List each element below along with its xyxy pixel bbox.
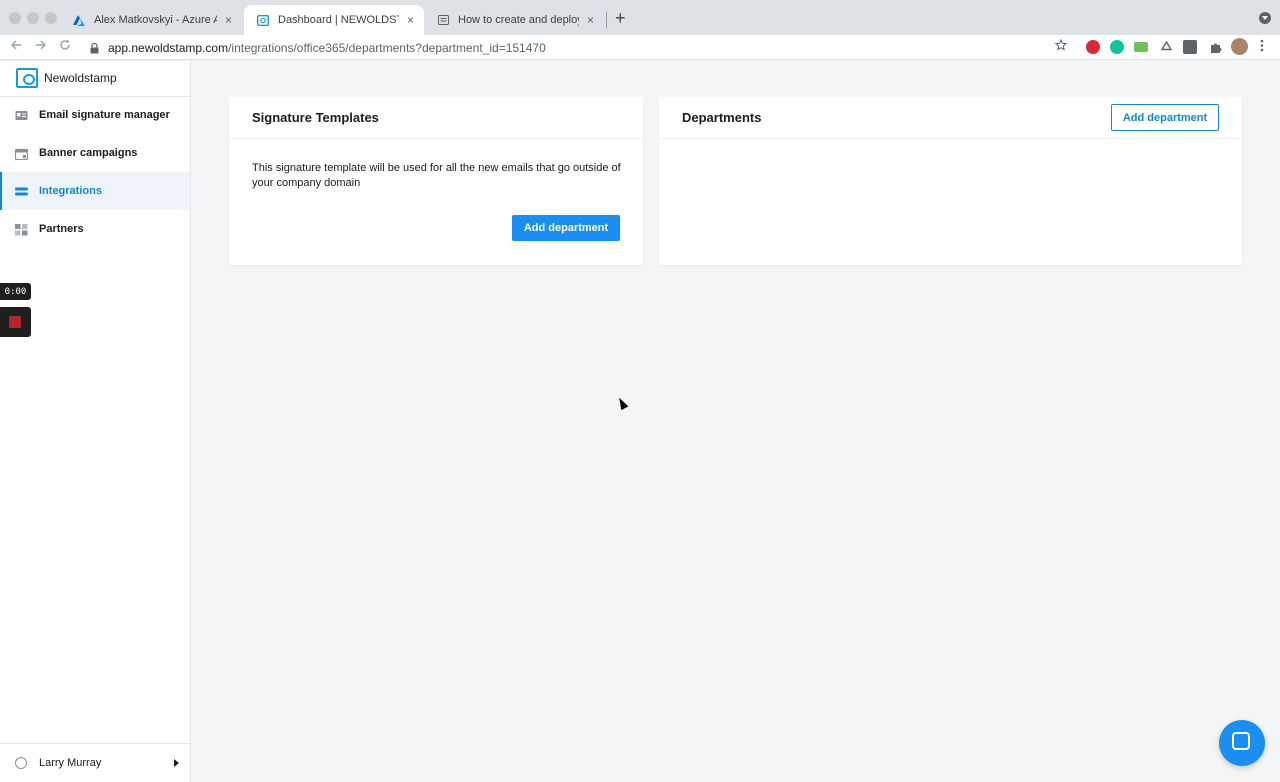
card-title: Signature Templates — [229, 97, 643, 139]
reload-icon[interactable] — [59, 38, 71, 54]
signature-templates-card: Signature Templates This signature templ… — [229, 97, 643, 265]
url-host: app.newoldstamp.com — [108, 40, 229, 55]
back-arrow-icon[interactable] — [10, 38, 22, 54]
window-close-dot[interactable] — [9, 12, 21, 24]
mouse-cursor-icon — [615, 395, 629, 411]
browser-tab-howto[interactable]: How to create and deploy a company signa… — [424, 5, 604, 35]
card-description: This signature template will be used for… — [252, 162, 621, 189]
tab-separator — [606, 12, 607, 28]
chat-launcher-button[interactable] — [1219, 720, 1265, 766]
newoldstamp-logo-icon — [16, 68, 38, 88]
tab-search-icon[interactable] — [1259, 12, 1271, 24]
tab-close-icon[interactable]: × — [587, 13, 594, 27]
grid-icon — [15, 223, 28, 235]
forward-arrow-icon[interactable] — [35, 38, 47, 54]
url-path: /integrations/office365/departments?depa… — [228, 40, 546, 55]
sidebar-item-label: Partners — [39, 223, 84, 235]
browser-tab-azure[interactable]: Alex Matkovskyi - Azure Active Directory… — [60, 5, 242, 35]
user-name: Larry Murray — [39, 757, 102, 769]
sidebar-item-banner-campaigns[interactable]: Banner campaigns — [0, 134, 190, 172]
browser-menu-icon[interactable] — [1260, 39, 1264, 55]
sidebar-item-email-signature-manager[interactable]: Email signature manager — [0, 96, 190, 134]
tab-title: Alex Matkovskyi - Azure Active Directory — [94, 14, 217, 26]
window-minimize-dot[interactable] — [27, 12, 39, 24]
user-avatar-icon — [15, 757, 27, 769]
add-department-button[interactable]: Add department — [512, 215, 620, 241]
azure-icon — [72, 13, 86, 27]
sidebar: Newoldstamp Email signature manager Bann… — [0, 61, 191, 782]
tab-title: Dashboard | NEWOLDSTAMP — [278, 14, 399, 26]
brand-name: Newoldstamp — [44, 71, 117, 85]
puzzle-icon[interactable] — [1208, 40, 1222, 54]
tab-close-icon[interactable]: × — [225, 13, 232, 27]
user-menu[interactable]: Larry Murray — [0, 743, 190, 782]
tab-title: How to create and deploy a company signa… — [458, 14, 579, 26]
browser-toolbar: app.newoldstamp.com /integrations/office… — [0, 35, 1280, 60]
brand-logo[interactable]: Newoldstamp — [16, 68, 117, 88]
address-bar[interactable]: app.newoldstamp.com /integrations/office… — [82, 37, 1074, 58]
calendar-icon — [14, 148, 29, 160]
caret-right-icon — [174, 759, 179, 767]
sidebar-item-label: Email signature manager — [39, 109, 170, 121]
add-department-outline-button[interactable]: Add department — [1111, 104, 1219, 131]
browser-tab-strip: Alex Matkovskyi - Azure Active Directory… — [0, 0, 1280, 35]
mail-icon[interactable] — [1134, 42, 1148, 52]
browser-tab-dashboard[interactable]: Dashboard | NEWOLDSTAMP × — [244, 5, 424, 35]
sidebar-item-label: Integrations — [39, 185, 102, 197]
stop-recording-button[interactable] — [0, 307, 31, 337]
sidebar-item-integrations[interactable]: Integrations — [0, 172, 190, 210]
tab-close-icon[interactable]: × — [407, 13, 414, 27]
document-icon — [436, 13, 450, 27]
newoldstamp-favicon-icon — [256, 13, 270, 27]
departments-card: Departments Add department — [659, 97, 1242, 265]
id-card-icon — [15, 110, 28, 121]
window-zoom-dot[interactable] — [45, 12, 57, 24]
s-icon[interactable] — [1183, 40, 1197, 54]
recycle-icon[interactable] — [1159, 40, 1173, 54]
toggles-icon — [15, 186, 28, 197]
recording-timer: 0:00 — [0, 283, 31, 300]
profile-icon[interactable] — [1231, 38, 1248, 55]
grammarly-icon[interactable] — [1110, 40, 1124, 54]
lock-icon — [90, 42, 100, 53]
sidebar-item-partners[interactable]: Partners — [0, 210, 190, 248]
sidebar-item-label: Banner campaigns — [39, 147, 138, 159]
bookmark-star-icon[interactable] — [1054, 38, 1068, 54]
adblock-icon[interactable] — [1086, 40, 1100, 54]
new-tab-button[interactable]: + — [615, 8, 626, 29]
